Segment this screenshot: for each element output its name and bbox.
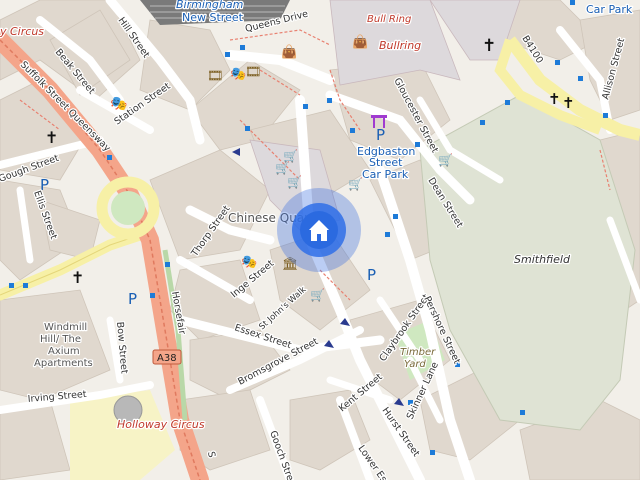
label-station-birmingham: Birmingham [176,0,243,11]
church-icon-west: ✝ [71,268,84,287]
svg-text:✝: ✝ [548,90,561,108]
church-icon-east-a: ✝ [548,90,561,108]
label-holliday-circus: y Circus [0,25,44,38]
svg-text:🎭: 🎭 [241,255,257,270]
svg-text:👜: 👜 [352,34,368,50]
label-car-park-top: Car Park [586,3,633,16]
svg-text:🎭: 🎭 [230,67,246,82]
svg-text:👜: 👜 [281,44,297,60]
location-marker[interactable] [277,188,361,272]
label-smithfield: Smithfield [514,253,571,266]
church-icon-stmartins: ✝ [482,36,496,56]
svg-text:🎞: 🎞 [245,65,262,80]
label-holloway-circus: Holloway Circus [117,418,205,431]
label-edgbaston-car-park: Car Park [362,168,409,181]
svg-text:🛒: 🛒 [438,153,453,167]
svg-text:✝: ✝ [45,128,58,147]
svg-text:✝: ✝ [562,94,575,112]
label-windmill-4: Apartments [34,358,93,369]
church-icon-east-b: ✝ [562,94,575,112]
svg-text:🛒: 🛒 [275,161,290,175]
svg-text:P: P [376,126,385,144]
svg-text:P: P [128,290,137,308]
svg-text:✝: ✝ [71,268,84,287]
a38-shield: A38 [152,349,182,365]
svg-text:✝: ✝ [482,36,496,56]
label-windmill-2: Hill/ The [40,334,81,345]
map-canvas[interactable]: ✝ ✝ ✝ ✝ ✝ 🎭 🎞 🎭 🎞 🎭 🏛 👜 👜 🛒 🛒 🛒 🛒 🛒 🛒 P … [0,0,640,480]
label-windmill-1: Windmill [44,322,87,333]
svg-text:🛒: 🛒 [348,177,363,191]
svg-text:🛒: 🛒 [287,175,302,189]
map-viewport[interactable]: ✝ ✝ ✝ ✝ ✝ 🎭 🎞 🎭 🎞 🎭 🏛 👜 👜 🛒 🛒 🛒 🛒 🛒 🛒 P … [0,0,640,480]
label-timber-yard-2: Yard [404,359,426,370]
church-icon: ✝ [45,128,58,147]
label-timber-yard-1: Timber [400,347,436,358]
label-bull-ring: Bull Ring [367,14,411,25]
label-windmill-3: Axium [48,346,80,357]
label-station-new-street: New Street [182,11,244,24]
svg-text:🛒: 🛒 [310,288,325,302]
roundabout-green [111,191,145,225]
svg-text:🎞: 🎞 [207,69,224,84]
svg-text:P: P [367,266,376,284]
svg-text:A38: A38 [157,353,177,364]
label-bullring: Bullring [379,39,421,52]
